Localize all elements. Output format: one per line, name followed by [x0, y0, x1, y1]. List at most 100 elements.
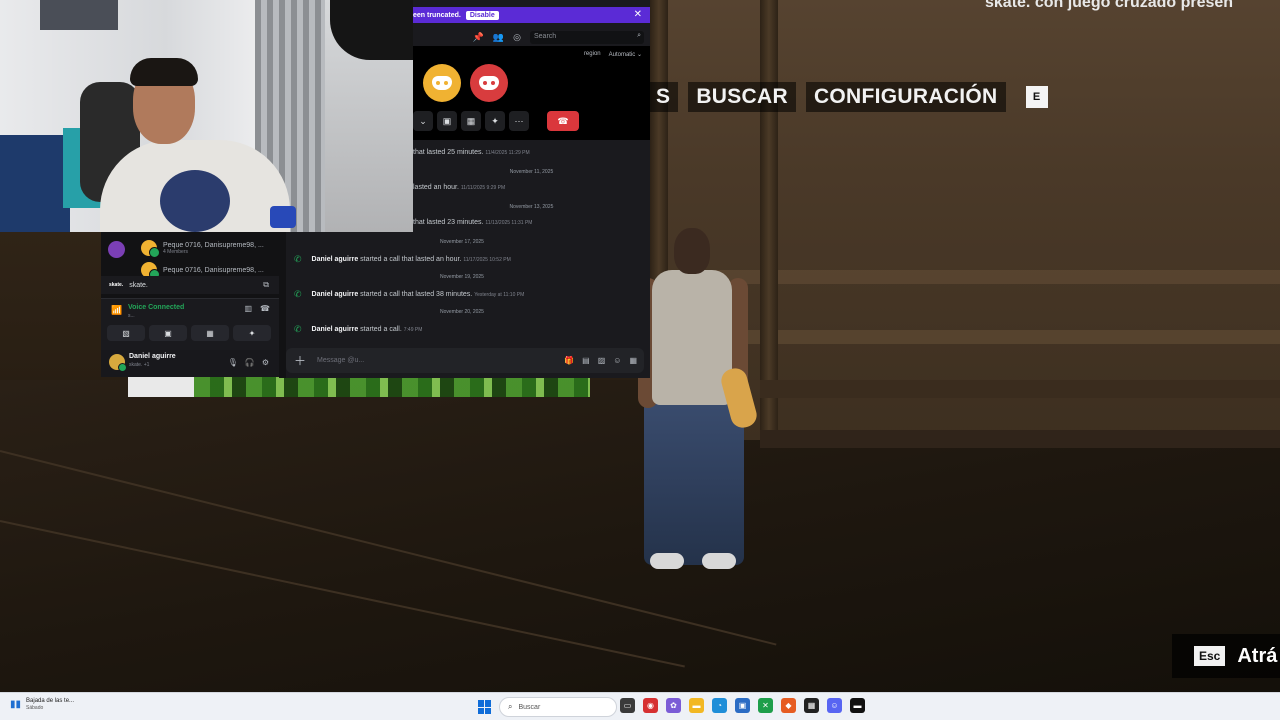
signal-icon: 📶 [111, 305, 123, 315]
file-explorer-icon[interactable]: ▬ [689, 698, 704, 713]
gear-icon[interactable]: ⚙ [262, 358, 269, 367]
region-label: region [583, 51, 601, 57]
windows-taskbar: ▮▮ Bajada de las te... Sábado ⌕ Buscar ▭… [0, 692, 1280, 720]
streamer-wristband [270, 206, 296, 228]
server-tag: skate. [109, 282, 124, 288]
server-icon[interactable] [108, 241, 125, 258]
date-separator: November 11, 2025 [509, 169, 554, 175]
discord-icon[interactable]: ☺ [827, 698, 842, 713]
gift-icon[interactable]: 🎁 [564, 356, 574, 365]
more-options-button[interactable]: ⋯ [509, 111, 529, 131]
weather-widget[interactable]: ▮▮ Bajada de las te... Sábado [10, 697, 74, 711]
screen-share-button[interactable]: ▣ [149, 325, 187, 341]
notice-text: een truncated. [413, 11, 461, 19]
microphone-icon[interactable]: 🎙 [228, 358, 238, 367]
activities-button[interactable]: ▦ [461, 111, 481, 131]
date-separator: November 17, 2025 [440, 239, 484, 245]
camera-button[interactable]: ▧ [107, 325, 145, 341]
game-app-icon[interactable]: ▦ [804, 698, 819, 713]
disconnect-icon[interactable]: ☎ [260, 304, 270, 313]
back-button[interactable]: Esc Atrá [1172, 634, 1280, 678]
xbox-icon[interactable]: ✕ [758, 698, 773, 713]
date-separator: November 19, 2025 [440, 274, 484, 280]
region-selector[interactable]: region Automatic ⌄ [584, 51, 642, 58]
wall-pillar [760, 0, 778, 440]
webcam-bed [0, 135, 70, 232]
date-separator: November 13, 2025 [509, 204, 554, 210]
message-input[interactable]: ＋ Message @u... 🎁 ▤ ▨ ☺ ▦ [286, 348, 644, 373]
avatar[interactable] [109, 354, 127, 372]
notice-bar: een truncated. Disable ✕ [413, 7, 650, 23]
gif-icon[interactable]: ▤ [582, 356, 590, 365]
search-icon: ⌕ [637, 31, 641, 39]
sticker-icon[interactable]: ▨ [598, 356, 606, 365]
menu-item-configuracion[interactable]: CONFIGURACIÓN [805, 82, 1006, 112]
game-menu: S BUSCAR CONFIGURACIÓN E [648, 82, 1048, 112]
call-message: ✆ Daniel aguirre started a call that las… [294, 254, 511, 264]
pin-icon[interactable]: 📌 [473, 32, 484, 43]
discord-sidebar: Peque 0716, Danisupreme98, ... 4 Members… [101, 232, 279, 377]
input-icons: 🎁 ▤ ▨ ☺ ▦ [564, 356, 637, 365]
weather-text: Bajada de las te... [26, 698, 75, 704]
user-controls: 🎙 🎧 ⚙ [228, 358, 269, 367]
call-participant-avatar[interactable] [423, 64, 461, 102]
soundboard-button[interactable]: ✦ [233, 325, 271, 341]
menu-item-buscar[interactable]: BUSCAR [688, 82, 796, 112]
store-icon[interactable]: ▣ [735, 698, 750, 713]
date-separator: November 20, 2025 [440, 309, 484, 315]
server-name: skate. [129, 281, 148, 289]
menu-item-partial[interactable]: S [648, 82, 679, 112]
character-shoe [702, 553, 736, 569]
character-shoe [650, 553, 684, 569]
character-legs [644, 400, 744, 565]
taskbar-search[interactable]: ⌕ Buscar [499, 697, 617, 717]
dm-group-name: Peque 0716, Danisupreme98, ... [163, 241, 264, 249]
chrome-icon[interactable]: ◉ [643, 698, 658, 713]
weather-icon: ▮▮ [10, 698, 22, 710]
dm-group-item[interactable]: Peque 0716, Danisupreme98, ... 4 Members [141, 240, 264, 258]
add-friends-icon[interactable]: 👥 [493, 32, 504, 43]
phone-icon: ✆ [294, 324, 302, 334]
start-button[interactable] [478, 700, 492, 714]
voice-controls: ▥ ☎ [244, 304, 270, 313]
user-status: skate. +1 [129, 362, 150, 368]
voice-status[interactable]: Voice Connected [128, 304, 184, 311]
apps-icon[interactable]: ▦ [629, 356, 637, 365]
weather-sub: Sábado [26, 705, 44, 711]
app-icon[interactable]: ◆ [781, 698, 796, 713]
message-author: Daniel aguirre [311, 256, 359, 263]
disable-button[interactable]: Disable [465, 10, 499, 20]
streamer-hair [130, 58, 198, 86]
wall-step [760, 430, 1280, 448]
current-server-row[interactable]: skate. skate. ⧉ [101, 276, 279, 294]
profile-icon[interactable]: ◎ [513, 32, 521, 43]
top-right-text: skate. con juego cruzado presen [985, 0, 1234, 11]
copilot-icon[interactable]: ✿ [666, 698, 681, 713]
call-message: ✆ Daniel aguirre started a call that las… [294, 289, 525, 299]
soundboard-button[interactable]: ✦ [485, 111, 505, 131]
dm-toolbar: 📌 👥 ◎ Search ⌕ [413, 28, 650, 46]
call-message: lasted an hour. 11/11/2025 9:29 PM [413, 184, 506, 191]
close-icon[interactable]: ✕ [634, 9, 642, 20]
skate-app-icon[interactable]: ▬ [850, 698, 865, 713]
discord-logo-icon [479, 76, 499, 90]
webcam-poster [40, 0, 118, 30]
character-head [674, 228, 710, 274]
search-icon: ⌕ [508, 702, 513, 711]
call-message: ✆ Daniel aguirre started a call. 7:49 PM [294, 324, 423, 334]
plus-icon[interactable]: ＋ [294, 352, 306, 369]
share-screen-button[interactable]: ▣ [437, 111, 457, 131]
headphones-icon[interactable]: 🎧 [245, 358, 255, 367]
search-input[interactable]: Search ⌕ [530, 30, 644, 44]
activity-button[interactable]: ▦ [191, 325, 229, 341]
edge-icon[interactable]: ◔ [712, 698, 727, 713]
call-participant-avatar[interactable] [470, 64, 508, 102]
popout-icon[interactable]: ⧉ [263, 280, 269, 290]
message-author: Daniel aguirre [311, 326, 359, 333]
chevron-down-icon[interactable]: ⌄ [413, 111, 433, 131]
emoji-icon[interactable]: ☺ [613, 356, 621, 365]
webcam-overlay [0, 0, 413, 232]
disconnect-call-button[interactable]: ☎ [547, 111, 579, 131]
noise-suppression-icon[interactable]: ▥ [244, 304, 252, 313]
task-view-icon[interactable]: ▭ [620, 698, 635, 713]
